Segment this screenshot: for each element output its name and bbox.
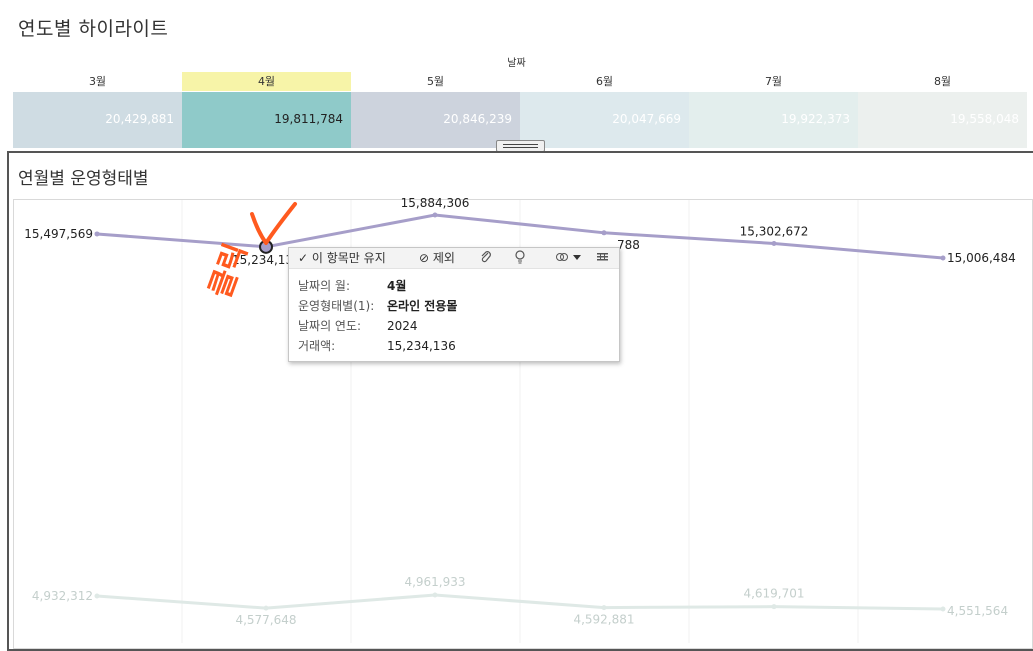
annotation-overlay: 클릭 [203,202,297,303]
annotation-checkmark [250,202,297,245]
annotation-text: 클릭 [203,239,255,303]
